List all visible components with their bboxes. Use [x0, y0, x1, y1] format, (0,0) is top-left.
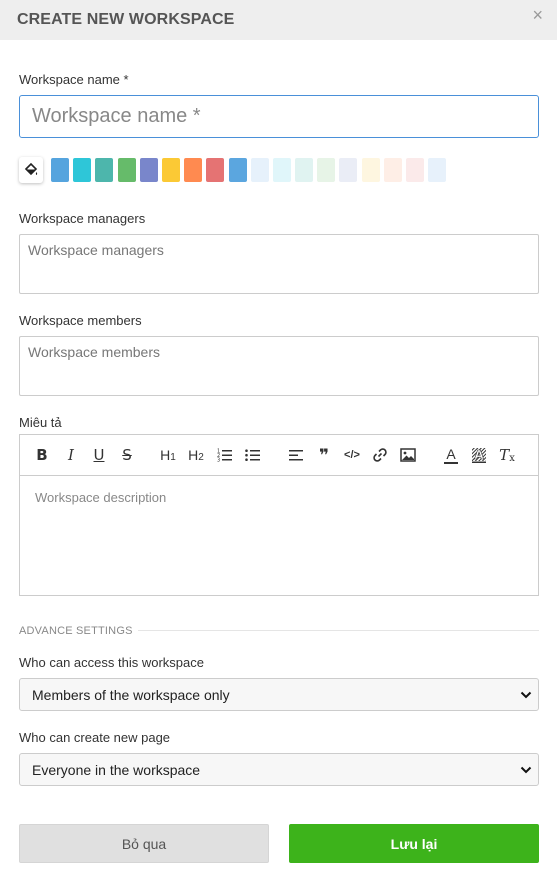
text-color-bar — [444, 461, 458, 464]
workspace-members-label: Workspace members — [19, 313, 142, 328]
color-swatch[interactable] — [428, 158, 447, 182]
description-placeholder: Workspace description — [35, 490, 167, 505]
editor-toolbar: B I U S H1 H2 1 2 3 ❞ </> A A T x — [20, 435, 538, 476]
underline-button[interactable]: U — [91, 446, 107, 464]
workspace-name-input[interactable] — [19, 95, 539, 138]
color-swatch[interactable] — [339, 158, 358, 182]
link-icon[interactable] — [372, 446, 388, 464]
ordered-list-icon[interactable]: 1 2 3 — [217, 446, 233, 464]
text-color-icon[interactable]: A — [443, 446, 459, 464]
bold-button[interactable]: B — [34, 446, 50, 464]
color-palette — [19, 157, 450, 183]
access-select[interactable]: Members of the workspace only — [19, 678, 539, 711]
create-page-select[interactable]: Everyone in the workspace — [19, 753, 539, 786]
heading1-letter: H — [160, 447, 171, 463]
color-swatch[interactable] — [272, 158, 291, 182]
color-swatch[interactable] — [51, 158, 69, 182]
color-swatch[interactable] — [295, 158, 314, 182]
image-icon[interactable] — [400, 446, 416, 464]
color-swatch[interactable] — [161, 158, 180, 182]
align-left-icon[interactable] — [288, 446, 304, 464]
color-swatch[interactable] — [73, 158, 92, 182]
color-swatch[interactable] — [361, 158, 380, 182]
access-label: Who can access this workspace — [19, 655, 204, 670]
chevron-down-icon — [520, 766, 532, 774]
description-label: Miêu tả — [19, 415, 62, 430]
code-icon[interactable]: </> — [344, 446, 360, 464]
heading2-level: 2 — [198, 451, 204, 463]
heading1-level: 1 — [170, 451, 176, 463]
clear-format-letter: T — [499, 445, 510, 464]
clear-format-x: x — [509, 453, 515, 464]
advanced-settings-heading: ADVANCE SETTINGS — [19, 625, 133, 637]
workspace-name-label: Workspace name * — [19, 72, 129, 87]
workspace-managers-placeholder: Workspace managers — [28, 242, 164, 258]
dialog-header: CREATE NEW WORKSPACE × — [0, 0, 557, 40]
heading2-letter: H — [188, 447, 199, 463]
svg-text:3: 3 — [217, 458, 220, 463]
color-swatch[interactable] — [383, 158, 402, 182]
create-page-label: Who can create new page — [19, 730, 171, 745]
bullet-list-icon[interactable] — [245, 446, 261, 464]
chevron-down-icon — [520, 691, 532, 699]
access-select-value: Members of the workspace only — [32, 686, 230, 703]
description-input[interactable]: Workspace description — [20, 476, 538, 519]
color-swatch[interactable] — [95, 158, 114, 182]
color-swatch[interactable] — [184, 158, 203, 182]
paint-bucket-icon[interactable] — [19, 157, 43, 183]
text-color-letter: A — [446, 445, 456, 462]
background-color-icon[interactable]: A — [471, 446, 487, 464]
workspace-managers-input[interactable]: Workspace managers — [19, 234, 539, 294]
create-page-select-value: Everyone in the workspace — [32, 761, 201, 778]
color-swatch[interactable] — [206, 158, 225, 182]
color-swatch[interactable] — [139, 158, 158, 182]
blockquote-icon[interactable]: ❞ — [316, 446, 332, 464]
color-swatch[interactable] — [317, 158, 336, 182]
cancel-button[interactable]: Bỏ qua — [19, 824, 269, 863]
strikethrough-button[interactable]: S — [119, 446, 135, 464]
heading1-button[interactable]: H1 — [160, 446, 176, 464]
color-swatch[interactable] — [406, 158, 424, 182]
workspace-members-input[interactable]: Workspace members — [19, 336, 539, 396]
heading2-button[interactable]: H2 — [188, 446, 204, 464]
divider — [138, 630, 539, 631]
description-editor: B I U S H1 H2 1 2 3 ❞ </> A A T x Worksp… — [19, 434, 539, 596]
dialog-title: CREATE NEW WORKSPACE — [17, 11, 235, 28]
italic-button[interactable]: I — [63, 446, 79, 464]
color-swatch[interactable] — [228, 158, 247, 182]
close-icon[interactable]: × — [532, 6, 543, 24]
workspace-managers-label: Workspace managers — [19, 211, 146, 226]
color-swatch[interactable] — [117, 158, 136, 182]
color-swatch[interactable] — [250, 158, 269, 182]
clear-format-icon[interactable]: Tx — [499, 446, 515, 464]
save-button[interactable]: Lưu lại — [289, 824, 539, 863]
workspace-members-placeholder: Workspace members — [28, 344, 161, 360]
svg-text:A: A — [474, 448, 484, 462]
